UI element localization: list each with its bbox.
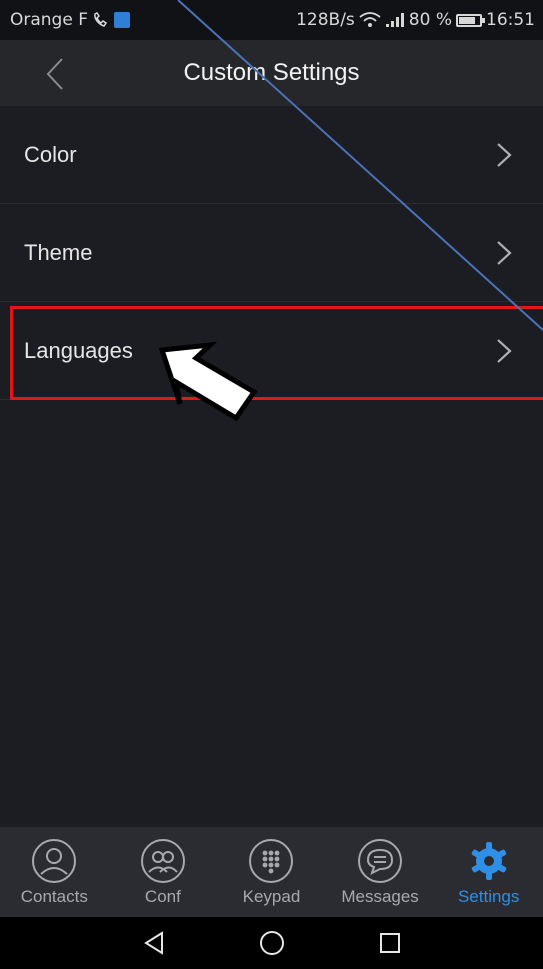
contact-icon [30, 837, 78, 885]
page-title: Custom Settings [183, 59, 360, 86]
tab-label: Contacts [20, 887, 88, 906]
signal-icon [385, 12, 405, 28]
tab-contacts[interactable]: Contacts [4, 837, 104, 907]
keypad-icon [247, 837, 295, 885]
chevron-left-icon [46, 58, 63, 90]
recents-square-icon [379, 933, 400, 953]
home-circle-icon [259, 931, 284, 955]
status-bar: Orange F 128B/s 80 % 16:51 [0, 0, 543, 40]
title-bar: Custom Settings [0, 40, 543, 106]
tab-keypad[interactable]: Keypad [221, 837, 321, 907]
chevron-right-icon [493, 240, 515, 266]
call-forward-icon [92, 12, 110, 28]
battery-fill [459, 16, 475, 24]
tab-label: Keypad [242, 887, 301, 906]
clock: 16:51 [486, 10, 535, 30]
menu-item-label: Color [24, 141, 77, 167]
conference-icon [139, 837, 187, 885]
home-button[interactable] [252, 923, 292, 963]
recents-button[interactable] [370, 923, 410, 963]
tab-conf[interactable]: Conf [113, 837, 213, 907]
tab-settings[interactable]: Settings [439, 837, 539, 907]
battery-icon [456, 13, 485, 27]
back-button[interactable] [134, 923, 174, 963]
carrier-label: Orange F [10, 10, 88, 30]
system-nav-bar [0, 917, 543, 969]
bottom-nav: Contacts Conf Keypad Messages Settings [0, 827, 543, 917]
chevron-right-icon [493, 142, 515, 168]
tab-label: Conf [144, 887, 181, 906]
menu-item-theme[interactable]: Theme [0, 204, 543, 302]
app-notification-icon [114, 12, 130, 28]
gear-icon [465, 837, 513, 885]
status-left: Orange F [10, 10, 130, 30]
back-button[interactable] [36, 54, 76, 94]
message-icon [356, 837, 404, 885]
status-right: 128B/s 80 % 16:51 [296, 10, 535, 30]
back-triangle-icon [143, 931, 163, 955]
highlight-box [10, 306, 543, 400]
wifi-icon [359, 12, 381, 28]
tab-label: Messages [341, 887, 419, 906]
menu-item-color[interactable]: Color [0, 106, 543, 204]
tab-label: Settings [457, 887, 520, 906]
net-speed: 128B/s [296, 10, 355, 30]
menu-item-label: Theme [24, 239, 93, 265]
tab-messages[interactable]: Messages [330, 837, 430, 907]
battery-percent: 80 % [408, 10, 452, 30]
